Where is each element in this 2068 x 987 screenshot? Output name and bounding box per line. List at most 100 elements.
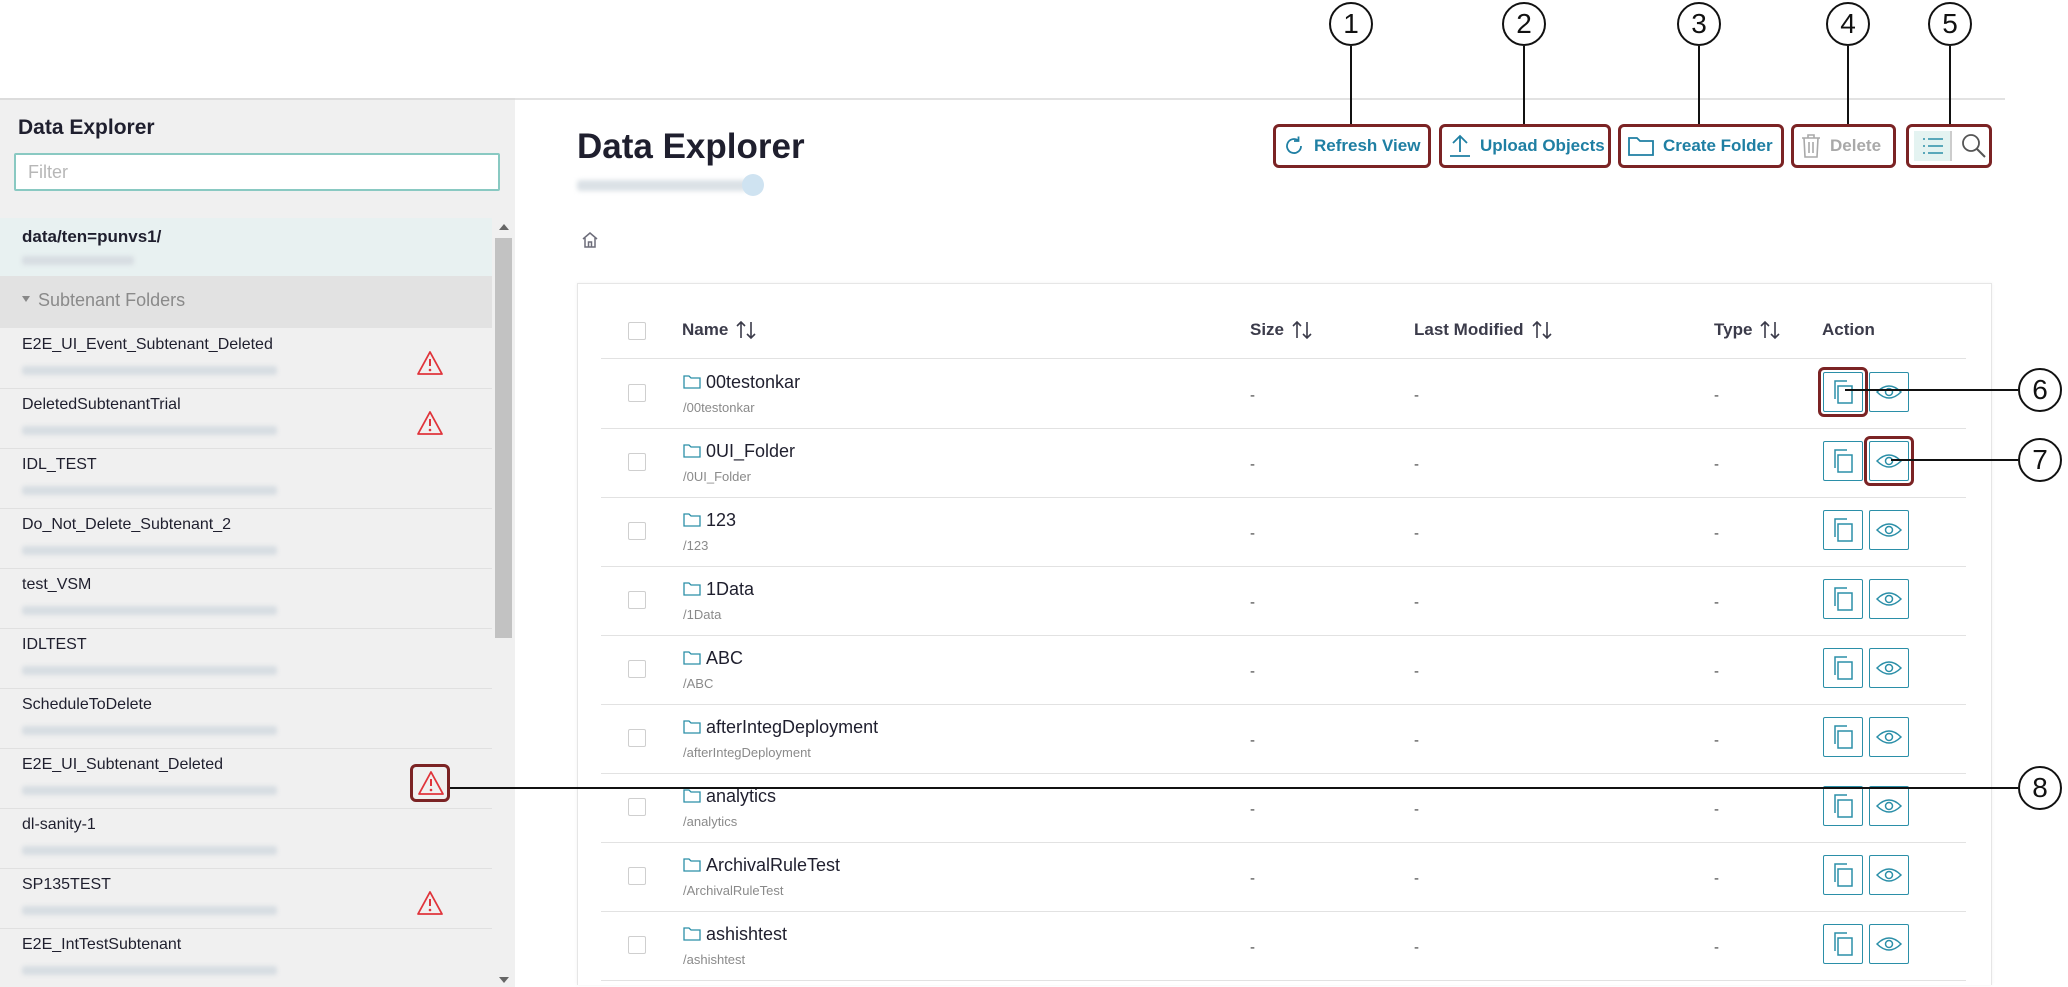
sidebar-item[interactable]: IDLTEST [0,628,492,689]
view-button[interactable] [1869,372,1909,412]
callout-4: 4 [1826,2,1870,46]
size-cell: - [1250,525,1255,542]
sidebar-item[interactable]: IDL_TEST [0,448,492,509]
folder-name[interactable]: 00testonkar [706,372,800,393]
folder-icon [683,650,701,665]
table-row[interactable]: 1Data/1Data - - - [601,566,1966,636]
folder-path: /123 [683,538,709,553]
row-checkbox[interactable] [628,729,646,747]
last-modified-cell: - [1414,870,1419,887]
folder-path: /afterIntegDeployment [683,745,811,760]
scrollbar-thumb[interactable] [495,238,512,638]
folder-name[interactable]: 1Data [706,579,754,600]
sidebar-item[interactable]: test_VSM [0,568,492,629]
filter-input[interactable] [14,153,500,191]
size-cell: - [1250,663,1255,680]
table-row[interactable]: 123/123 - - - [601,497,1966,567]
sidebar-item-label: E2E_IntTestSubtenant [22,936,182,953]
table-row[interactable]: ABC/ABC - - - [601,635,1966,705]
view-button[interactable] [1869,924,1909,964]
create-folder-label: Create Folder [1663,136,1773,155]
type-cell: - [1714,663,1719,680]
view-button[interactable] [1869,579,1909,619]
copy-button[interactable] [1823,579,1863,619]
warning-icon[interactable] [416,890,444,916]
scroll-down-icon[interactable] [499,977,509,983]
sort-icon [736,320,756,340]
sidebar-item-label: IDL_TEST [22,456,97,473]
view-button[interactable] [1869,510,1909,550]
create-folder-button[interactable]: Create Folder [1618,124,1784,168]
table-row[interactable]: analytics/analytics - - - [601,773,1966,843]
view-button[interactable] [1869,717,1909,757]
table-row[interactable]: ArchivalRuleTest/ArchivalRuleTest - - - [601,842,1966,912]
table-row[interactable]: afterIntegDeployment/afterIntegDeploymen… [601,704,1966,774]
warning-icon[interactable] [410,764,450,802]
view-button[interactable] [1869,648,1909,688]
select-all-checkbox[interactable] [628,322,646,340]
refresh-view-button[interactable]: Refresh View [1273,124,1431,168]
warning-icon[interactable] [416,410,444,436]
sidebar-item[interactable]: DeletedSubtenantTrial [0,388,492,449]
redacted-text [22,606,277,615]
folder-name[interactable]: ABC [706,648,743,669]
breadcrumb-home-icon[interactable] [580,230,600,250]
warning-icon[interactable] [416,350,444,376]
scroll-up-icon[interactable] [499,224,509,230]
sort-icon [1760,320,1780,340]
row-checkbox[interactable] [628,867,646,885]
sidebar-item[interactable]: E2E_IntTestSubtenant [0,928,492,987]
table-row[interactable]: ashishtest/ashishtest - - - [601,911,1966,981]
sidebar-root-item[interactable]: data/ten=punvs1/ [0,218,492,276]
copy-button[interactable] [1823,786,1863,826]
callout-3: 3 [1677,2,1721,46]
sidebar-item[interactable]: Do_Not_Delete_Subtenant_2 [0,508,492,569]
delete-button[interactable]: Delete [1791,124,1896,168]
name-column-header[interactable]: Name [682,320,757,340]
sidebar-item[interactable]: dl-sanity-1 [0,808,492,869]
row-checkbox[interactable] [628,660,646,678]
folder-icon [1628,137,1654,156]
refresh-view-label: Refresh View [1314,136,1421,155]
row-checkbox[interactable] [628,522,646,540]
row-checkbox[interactable] [628,591,646,609]
callout-2: 2 [1502,2,1546,46]
folder-name[interactable]: 123 [706,510,736,531]
row-checkbox[interactable] [628,453,646,471]
size-column-header[interactable]: Size [1250,320,1313,340]
copy-button[interactable] [1823,855,1863,895]
folder-name[interactable]: ashishtest [706,924,787,945]
last-modified-column-header[interactable]: Last Modified [1414,320,1553,340]
subtenant-folders-section[interactable]: Subtenant Folders [0,276,492,328]
search-view-button[interactable] [1960,132,1988,160]
info-icon[interactable] [742,174,764,196]
folder-name[interactable]: ArchivalRuleTest [706,855,840,876]
copy-button[interactable] [1823,924,1863,964]
view-button[interactable] [1869,786,1909,826]
row-checkbox[interactable] [628,936,646,954]
view-button[interactable] [1869,855,1909,895]
sidebar-item[interactable]: E2E_UI_Event_Subtenant_Deleted [0,328,492,389]
upload-objects-button[interactable]: Upload Objects [1439,124,1611,168]
copy-button[interactable] [1823,717,1863,757]
list-view-button[interactable] [1914,131,1952,161]
last-modified-cell: - [1414,663,1419,680]
sidebar-scrollbar[interactable] [492,218,515,987]
folder-name[interactable]: analytics [706,786,776,807]
search-icon [1962,134,1986,158]
sidebar-tree: data/ten=punvs1/ Subtenant Folders E2E_U… [0,218,492,987]
row-checkbox[interactable] [628,384,646,402]
type-column-header[interactable]: Type [1714,320,1781,340]
table-row[interactable]: 0UI_Folder/0UI_Folder - - - [601,428,1966,498]
folder-name[interactable]: afterIntegDeployment [706,717,878,738]
copy-button[interactable] [1823,510,1863,550]
section-label: Subtenant Folders [38,290,186,310]
copy-button[interactable] [1823,441,1863,481]
copy-button[interactable] [1823,648,1863,688]
sidebar-item[interactable]: E2E_UI_Subtenant_Deleted [0,748,492,809]
sidebar-item[interactable]: SP135TEST [0,868,492,929]
table-row[interactable]: 00testonkar/00testonkar - - - [601,359,1966,429]
sidebar-item[interactable]: ScheduleToDelete [0,688,492,749]
row-checkbox[interactable] [628,798,646,816]
folder-name[interactable]: 0UI_Folder [706,441,795,462]
